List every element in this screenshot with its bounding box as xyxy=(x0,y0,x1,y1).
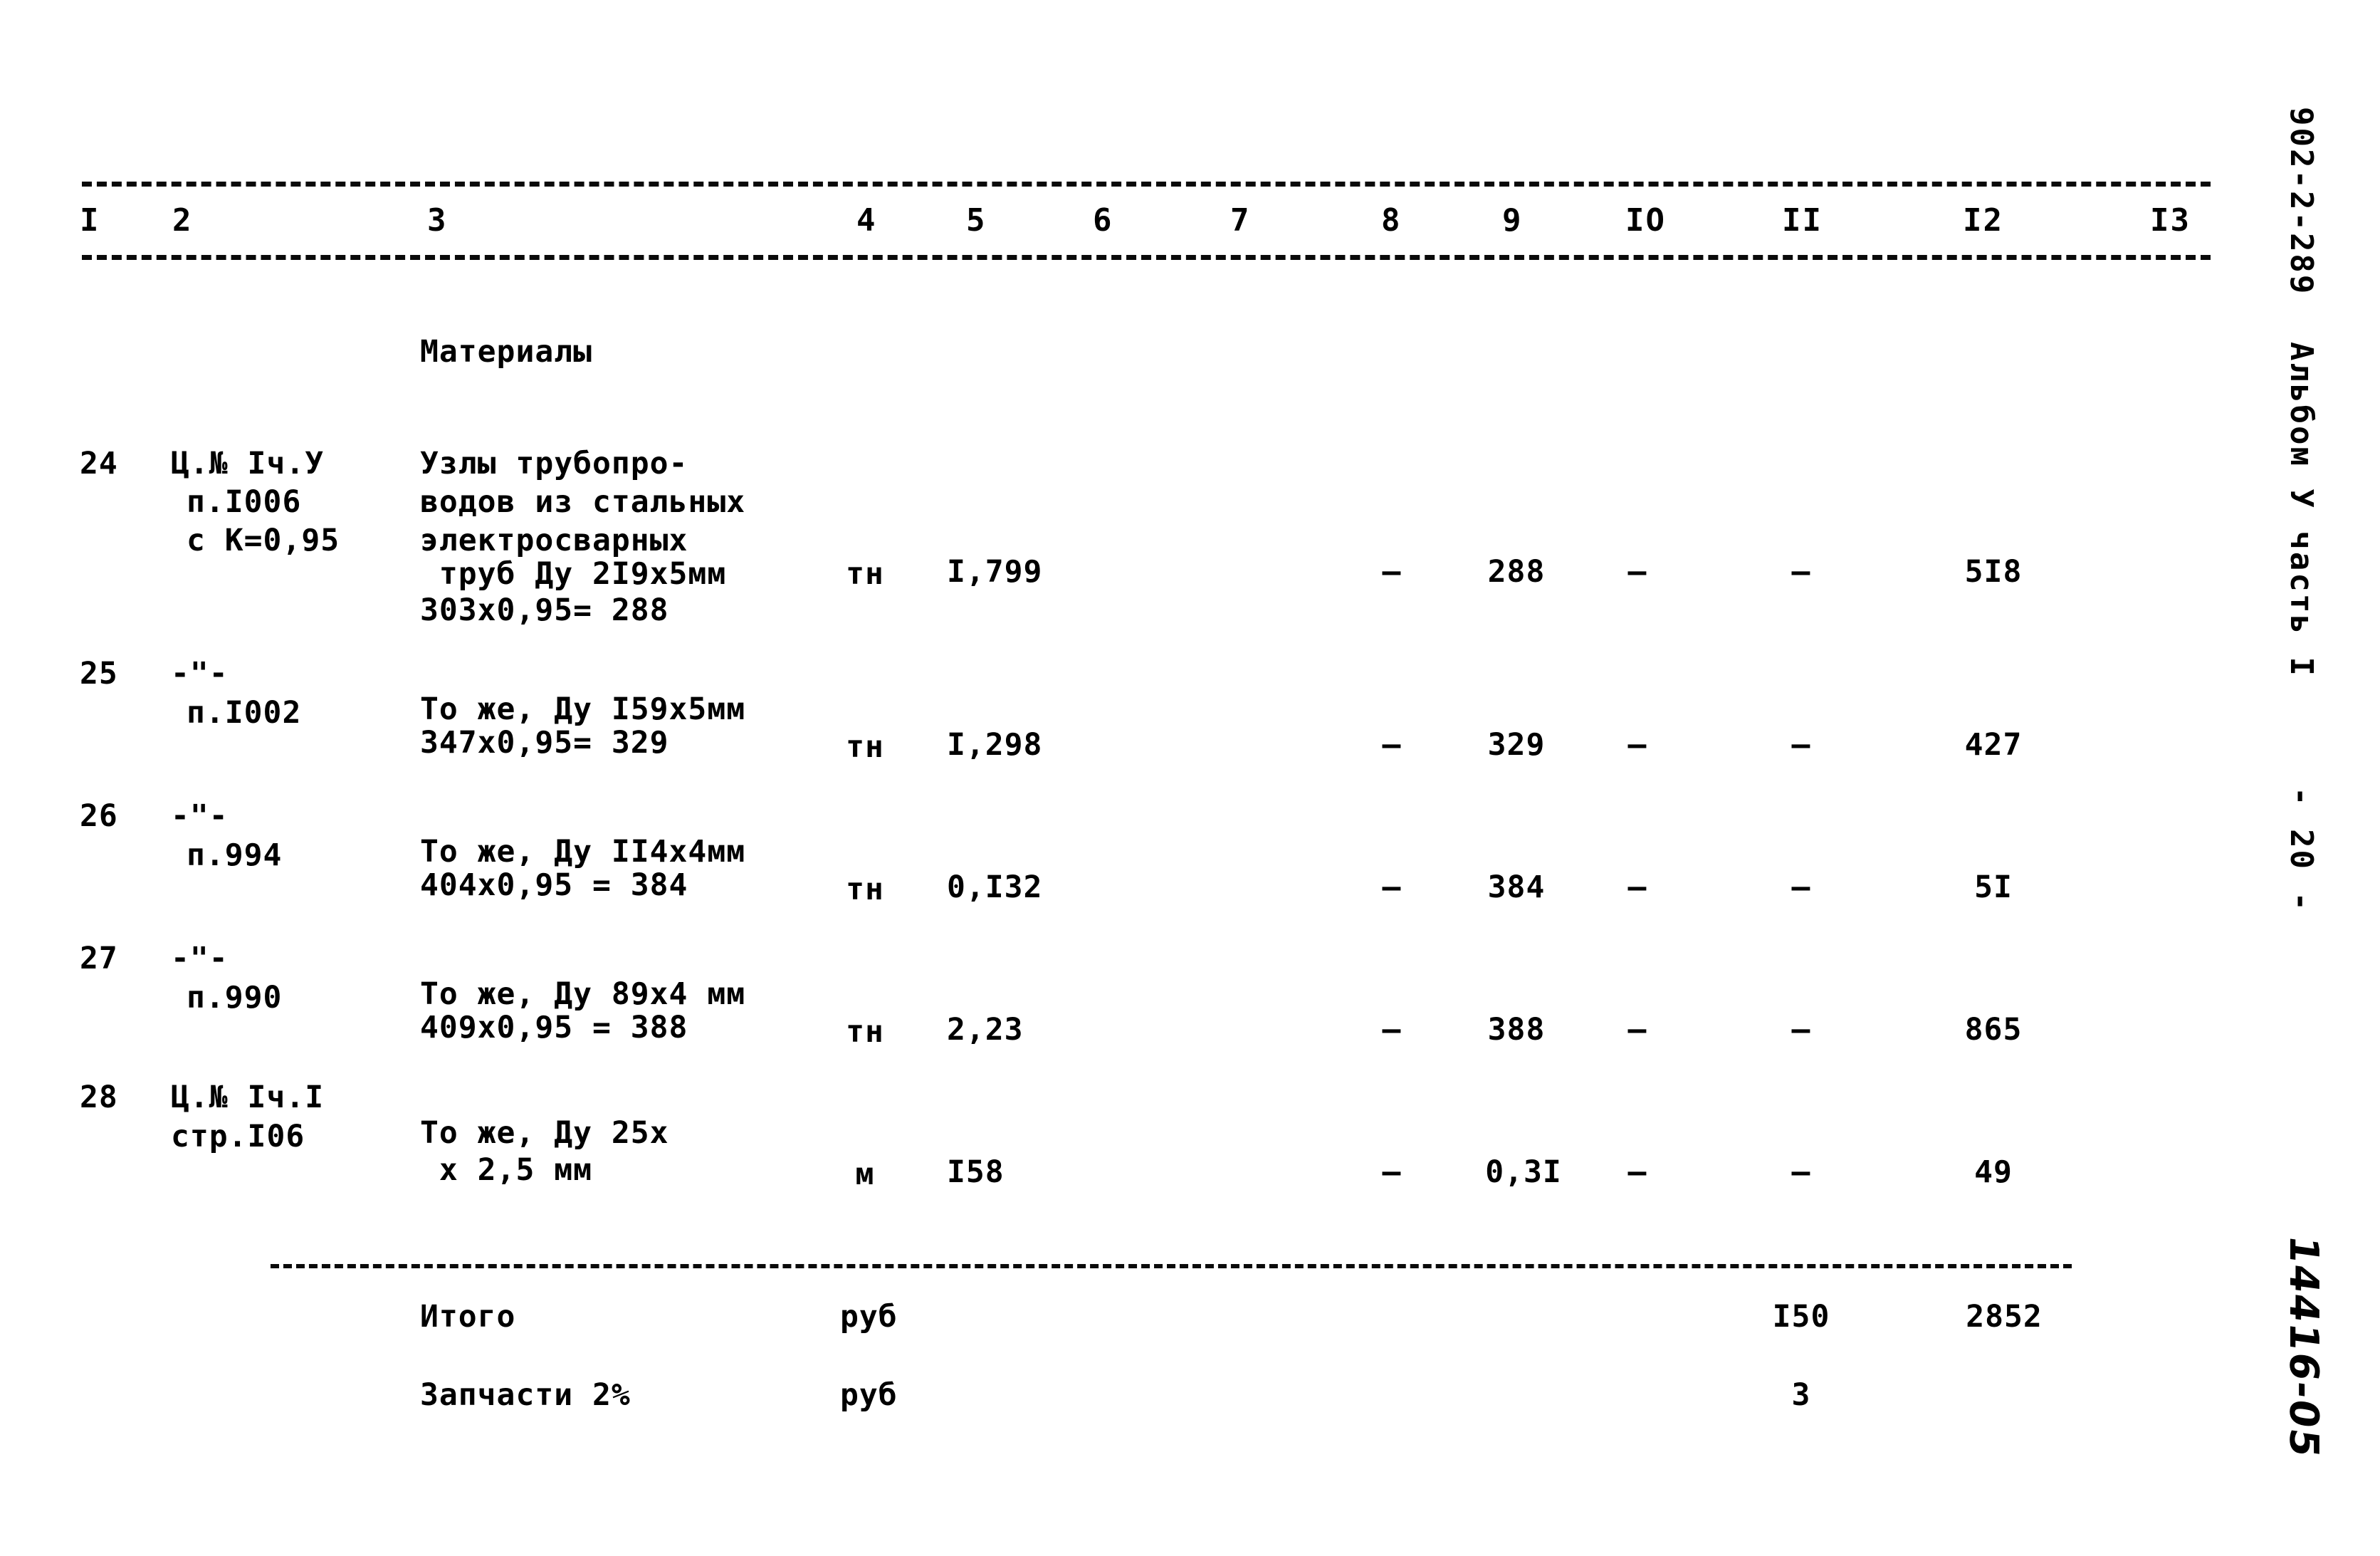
row-description-line: То же, Ду 89x4 мм xyxy=(420,976,746,1012)
row-description-line: Узлы трубопро- xyxy=(420,446,688,481)
row-col12: 5I8 xyxy=(1964,554,2023,590)
summary-unit: руб xyxy=(840,1377,898,1413)
row-description-line: х 2,5 мм xyxy=(420,1152,592,1188)
row-ref-line: стр.I06 xyxy=(171,1119,305,1154)
row-col10: – xyxy=(1627,1154,1647,1190)
row-description-line: 303х0,95= 288 xyxy=(420,592,669,628)
row-number: 24 xyxy=(80,446,118,481)
row-qty: I,298 xyxy=(947,727,1043,763)
column-header-13: I3 xyxy=(2150,202,2191,239)
row-col9: 329 xyxy=(1487,727,1546,763)
section-title: Материалы xyxy=(420,334,592,370)
row-col11: – xyxy=(1791,1154,1811,1190)
row-col11: – xyxy=(1791,554,1811,590)
archive-stamp: 14416-05 xyxy=(2280,1232,2327,1461)
row-col8: – xyxy=(1382,870,1402,905)
row-qty: I,799 xyxy=(947,554,1043,590)
row-col9: 384 xyxy=(1487,870,1546,905)
column-header-8: 8 xyxy=(1381,202,1402,239)
row-unit: тн xyxy=(846,556,884,592)
column-header-11: II xyxy=(1782,202,1823,239)
row-description-line: 409х0,95 = 388 xyxy=(420,1010,688,1045)
row-col10: – xyxy=(1627,554,1647,590)
row-description-line: электросварных xyxy=(420,523,688,558)
row-ref-line: с К=0,95 xyxy=(187,523,340,558)
row-ref-line: п.I002 xyxy=(187,695,302,731)
row-col9: 0,3I xyxy=(1485,1154,1562,1190)
table-top-rule xyxy=(82,182,2211,187)
row-unit: тн xyxy=(846,1014,884,1050)
row-ref-line: Ц.№ Iч.I xyxy=(171,1080,325,1115)
row-col10: – xyxy=(1627,727,1647,763)
row-qty: I58 xyxy=(947,1154,1005,1190)
row-col12: 427 xyxy=(1964,727,2023,763)
summary-col12: 2852 xyxy=(1966,1299,2043,1335)
row-qty: 2,23 xyxy=(947,1012,1024,1048)
row-col8: – xyxy=(1382,554,1402,590)
row-unit: тн xyxy=(846,729,884,765)
row-col12: 865 xyxy=(1964,1012,2023,1048)
summary-separator-rule xyxy=(271,1264,2072,1268)
row-number: 26 xyxy=(80,798,118,834)
row-col8: – xyxy=(1382,727,1402,763)
row-col8: – xyxy=(1382,1012,1402,1048)
scanned-document-page: I 2 3 4 5 6 7 8 9 IO II I2 I3 Материалы … xyxy=(0,0,2380,1556)
column-header-3: 3 xyxy=(427,202,448,239)
summary-label: Итого xyxy=(420,1299,516,1335)
row-description-line: 404х0,95 = 384 xyxy=(420,867,688,903)
table-header-bottom-rule xyxy=(82,255,2211,260)
row-number: 28 xyxy=(80,1080,118,1115)
column-header-12: I2 xyxy=(1963,202,2003,239)
row-col11: – xyxy=(1791,870,1811,905)
column-header-2: 2 xyxy=(172,202,193,239)
row-col9: 388 xyxy=(1487,1012,1546,1048)
row-description-line: 347х0,95= 329 xyxy=(420,725,669,761)
summary-col11: 3 xyxy=(1791,1377,1811,1413)
row-description-line: То же, Ду II4x4мм xyxy=(420,834,746,870)
row-col9: 288 xyxy=(1487,554,1546,590)
row-col11: – xyxy=(1791,727,1811,763)
album-label: Альбом У часть I xyxy=(2283,342,2319,678)
row-col10: – xyxy=(1627,1012,1647,1048)
row-ref-line: п.990 xyxy=(187,980,283,1015)
row-description-line: То же, Ду I59x5мм xyxy=(420,691,746,727)
row-unit: м xyxy=(855,1156,875,1192)
row-ref-line: -"- xyxy=(171,941,229,976)
column-header-1: I xyxy=(80,202,100,239)
row-col12: 49 xyxy=(1974,1154,2013,1190)
row-ref-line: п.994 xyxy=(187,837,283,873)
row-description-line: труб Ду 2I9x5мм xyxy=(420,556,727,592)
column-header-5: 5 xyxy=(966,202,987,239)
row-ref-line: -"- xyxy=(171,656,229,691)
column-header-6: 6 xyxy=(1093,202,1113,239)
summary-label: Запчасти 2% xyxy=(420,1377,631,1413)
row-col8: – xyxy=(1382,1154,1402,1190)
row-ref-line: п.I006 xyxy=(187,484,302,520)
row-number: 27 xyxy=(80,941,118,976)
row-unit: тн xyxy=(846,872,884,907)
row-col11: – xyxy=(1791,1012,1811,1048)
row-col12: 5I xyxy=(1974,870,2013,905)
summary-col11: I50 xyxy=(1772,1299,1830,1335)
row-description-line: То же, Ду 25х xyxy=(420,1115,669,1151)
column-header-4: 4 xyxy=(856,202,877,239)
row-number: 25 xyxy=(80,656,118,691)
column-header-10: IO xyxy=(1625,202,1666,239)
row-ref-line: -"- xyxy=(171,798,229,834)
row-ref-line: Ц.№ Iч.У xyxy=(171,446,325,481)
row-qty: 0,I32 xyxy=(947,870,1043,905)
row-description-line: водов из стальных xyxy=(420,484,746,520)
summary-unit: руб xyxy=(840,1299,898,1335)
column-header-9: 9 xyxy=(1502,202,1523,239)
document-code: 902-2-289 xyxy=(2283,107,2319,296)
page-number: - 20 - xyxy=(2283,787,2319,913)
column-header-7: 7 xyxy=(1230,202,1251,239)
row-col10: – xyxy=(1627,870,1647,905)
